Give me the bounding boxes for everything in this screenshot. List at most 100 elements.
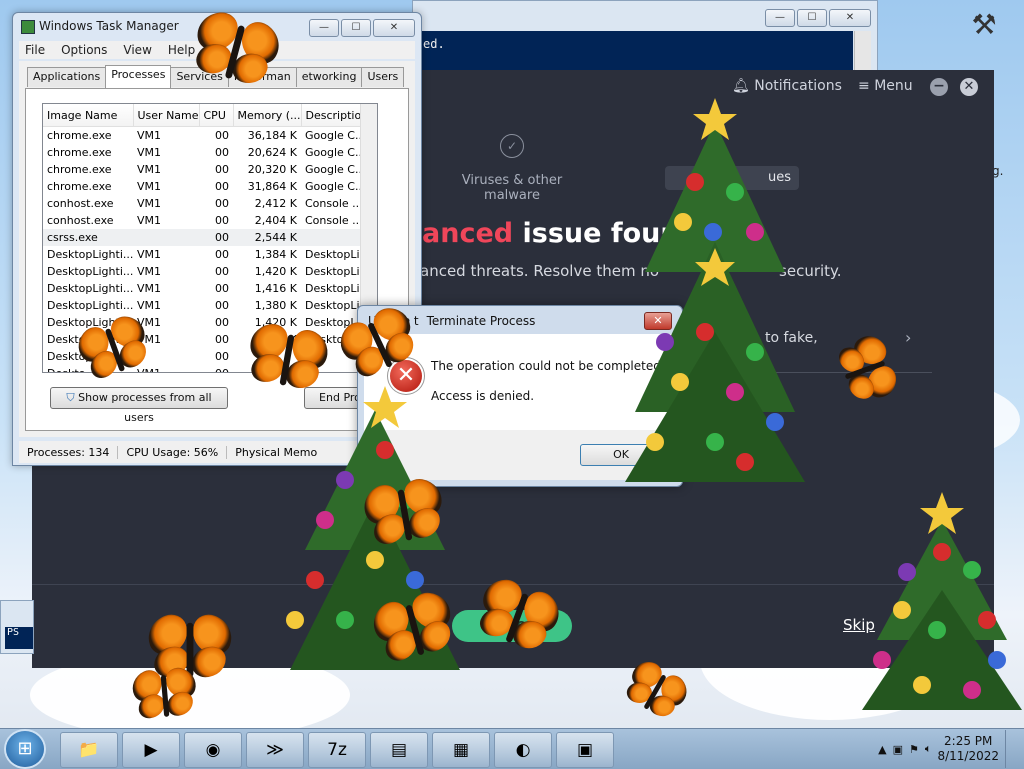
cell-user-name: VM1 <box>137 146 162 159</box>
show-all-processes-button[interactable]: ⛉ Show processes from all users <box>50 387 228 424</box>
table-row[interactable]: chrome.exe VM1 00 31,864 K Google C... <box>43 178 363 195</box>
cell-memory: 2,544 K <box>233 229 301 246</box>
cell-memory: 1,416 K <box>254 282 297 295</box>
table-row[interactable]: csrss.exe 00 2,544 K <box>43 229 363 246</box>
butterfly-icon <box>356 476 450 554</box>
table-row[interactable]: DesktopLighti... VM1 00 1,380 K DesktopLi... <box>43 297 363 314</box>
antivirus-icon: ◐ <box>515 740 531 760</box>
clock-time: 2:25 PM <box>944 734 993 748</box>
cell-cpu: 00 <box>215 180 229 193</box>
cell-image-name: chrome.exe <box>47 146 112 159</box>
warning-flag-icon[interactable]: ⚑ <box>909 743 919 756</box>
cell-user-name <box>133 229 199 246</box>
cell-cpu: 00 <box>199 365 233 372</box>
cell-description: Console ... <box>305 197 363 210</box>
clock[interactable]: 2:25 PM 8/11/2022 <box>937 734 999 764</box>
cell-image-name: csrss.exe <box>43 229 133 246</box>
taskbar-item-media-player[interactable]: ▶ <box>122 732 180 768</box>
cell-image-name: chrome.exe <box>47 163 112 176</box>
tab-networking[interactable]: etworking <box>295 67 363 87</box>
cell-cpu: 00 <box>215 214 229 227</box>
headline-red: anced <box>422 218 514 249</box>
volume-icon[interactable]: 🔈︎ <box>925 742 932 756</box>
cell-description: DesktopLi... <box>305 248 363 261</box>
minimize-button[interactable]: — <box>765 9 795 27</box>
show-hidden-icons-icon[interactable]: ▲ <box>878 743 886 756</box>
cell-cpu: 00 <box>215 248 229 261</box>
start-button[interactable]: ⊞ <box>6 731 44 767</box>
close-button[interactable]: ✕ <box>373 19 415 37</box>
console-text: ed. <box>423 37 445 51</box>
cell-memory: 20,624 K <box>247 146 297 159</box>
cell-description: Google C... <box>305 129 363 142</box>
table-row[interactable]: DesktopLighti... VM1 00 1,384 K DesktopLi... <box>43 246 363 263</box>
cell-image-name: conhost.exe <box>47 197 114 210</box>
powershell-window[interactable]: PS <box>0 600 34 654</box>
taskbar-item-explorer[interactable]: 📁 <box>60 732 118 768</box>
menu-file[interactable]: File <box>25 43 45 57</box>
shield-icon: ⛉ <box>66 391 75 404</box>
taskbar-item-chrome[interactable]: ◉ <box>184 732 242 768</box>
scrollbar[interactable] <box>854 31 871 71</box>
table-row[interactable]: conhost.exe VM1 00 2,412 K Console ... <box>43 195 363 212</box>
table-row[interactable]: chrome.exe VM1 00 20,624 K Google C... <box>43 144 363 161</box>
column-memory[interactable]: Memory (... <box>233 104 302 127</box>
cell-cpu: 00 <box>199 229 233 246</box>
taskbar-item-winrar[interactable]: ▦ <box>432 732 490 768</box>
cell-user-name: VM1 <box>137 282 162 295</box>
console-output: ed. <box>421 31 853 71</box>
taskbar-item-7zip[interactable]: 7z <box>308 732 366 768</box>
table-row[interactable]: DesktopLighti... VM1 00 1,416 K DesktopLi... <box>43 280 363 297</box>
column-user-name[interactable]: User Name <box>133 104 200 127</box>
cell-image-name: conhost.exe <box>47 214 114 227</box>
background-console-window[interactable]: — ☐ ✕ ed. <box>412 0 878 72</box>
cell-image-name: chrome.exe <box>47 129 112 142</box>
taskbar-item-antivirus[interactable]: ◐ <box>494 732 552 768</box>
column-image-name[interactable]: Image Name <box>43 104 134 127</box>
table-row[interactable]: chrome.exe VM1 00 36,184 K Google C... <box>43 127 363 145</box>
status-cpu: CPU Usage: 56% <box>118 445 228 459</box>
cell-user-name: VM1 <box>137 129 162 142</box>
tab-users[interactable]: Users <box>361 67 405 87</box>
explorer-icon: 📁 <box>78 740 100 760</box>
cell-user-name: VM1 <box>137 265 162 278</box>
maximize-button[interactable]: ☐ <box>341 19 371 37</box>
title-text: Windows Task Manager <box>39 19 179 33</box>
7zip-icon: 7z <box>327 740 347 760</box>
cell-user-name: VM1 <box>137 248 162 261</box>
menu-view[interactable]: View <box>123 43 151 57</box>
close-button[interactable]: ✕ <box>960 78 978 96</box>
cell-user-name: VM1 <box>137 299 162 312</box>
close-button[interactable]: ✕ <box>829 9 871 27</box>
cell-memory: 1,384 K <box>254 248 297 261</box>
tab-processes[interactable]: Processes <box>105 65 172 89</box>
menu-button[interactable]: ≡ Menu <box>858 78 913 94</box>
christmas-tree-icon <box>862 492 1022 710</box>
menu-options[interactable]: Options <box>61 43 107 57</box>
table-row[interactable]: chrome.exe VM1 00 20,320 K Google C... <box>43 161 363 178</box>
table-row[interactable]: conhost.exe VM1 00 2,404 K Console ... <box>43 212 363 229</box>
column-description[interactable]: Description <box>301 104 364 127</box>
cell-image-name: DesktopLighti... <box>47 282 133 295</box>
desktop-shortcut[interactable]: ⚒ <box>954 8 1014 58</box>
cell-user-name: VM1 <box>137 214 162 227</box>
network-icon[interactable]: ▣ <box>893 743 903 756</box>
chevron-right-icon[interactable]: › <box>905 328 911 347</box>
table-row[interactable]: DesktopLighti... VM1 00 1,420 K DesktopLi... <box>43 263 363 280</box>
tab-applications[interactable]: Applications <box>27 67 107 87</box>
winrar-icon: ▦ <box>452 740 470 760</box>
cell-description: Google C... <box>305 180 363 193</box>
cell-description: DesktopLi... <box>305 282 363 295</box>
show-desktop-button[interactable] <box>1005 730 1016 768</box>
taskbar-item-task-manager[interactable]: ▣ <box>556 732 614 768</box>
minimize-button[interactable]: − <box>930 78 948 96</box>
minimize-button[interactable]: — <box>309 19 339 37</box>
column-cpu[interactable]: CPU <box>199 104 234 127</box>
taskbar-item-notepad[interactable]: ▤ <box>370 732 428 768</box>
cell-image-name: DesktopLighti... <box>47 248 133 261</box>
maximize-button[interactable]: ☐ <box>797 9 827 27</box>
cell-description <box>301 229 363 246</box>
taskbar-item-powershell[interactable]: ≫ <box>246 732 304 768</box>
cell-image-name: chrome.exe <box>47 180 112 193</box>
cell-cpu: 00 <box>215 333 229 346</box>
